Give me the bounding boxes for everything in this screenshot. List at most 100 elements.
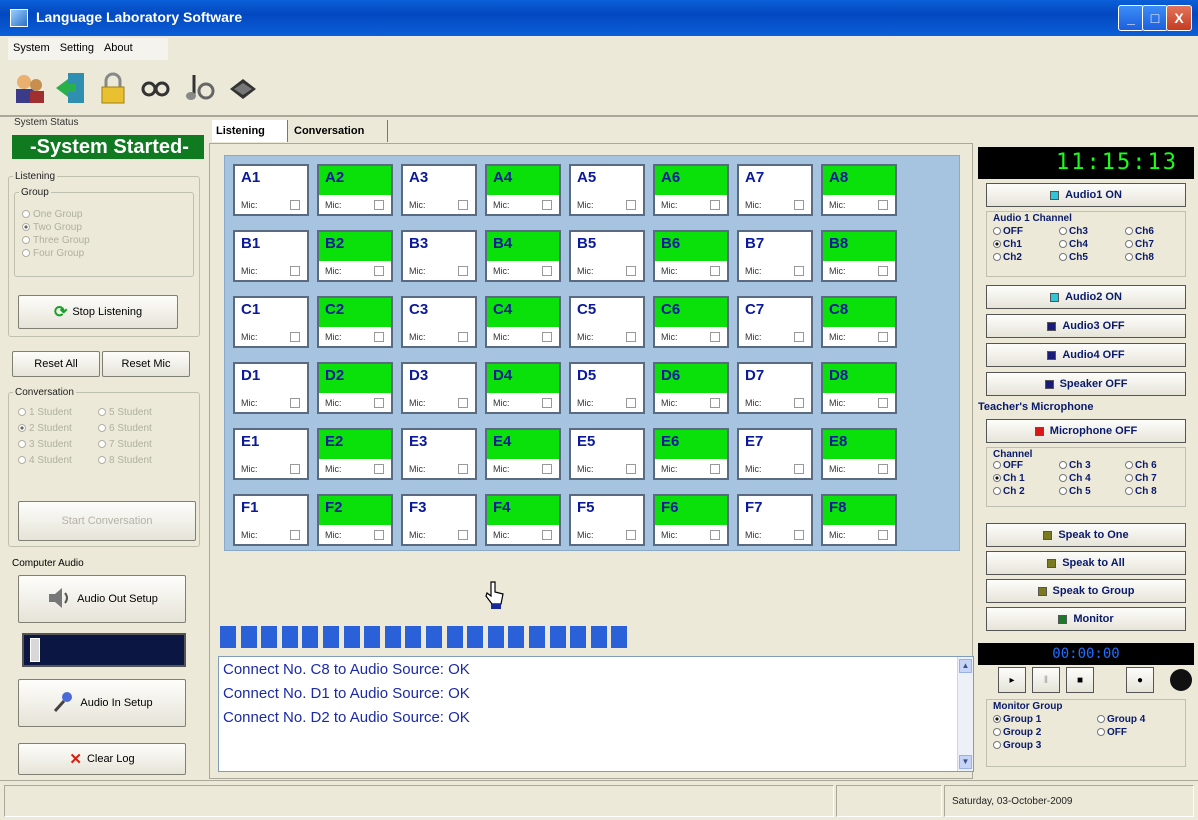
headset-icon[interactable] <box>136 69 174 107</box>
student-station[interactable]: E5 Mic: <box>569 428 645 480</box>
student-station[interactable]: C2 Mic: <box>317 296 393 348</box>
student-station[interactable]: D3 Mic: <box>401 362 477 414</box>
student-station[interactable]: B5 Mic: <box>569 230 645 282</box>
mic-checkbox[interactable] <box>794 266 804 276</box>
radio-ch-off[interactable]: OFF <box>993 460 1023 471</box>
student-station[interactable]: B1 Mic: <box>233 230 309 282</box>
audio1-button[interactable]: Audio1 ON <box>986 183 1186 207</box>
student-station[interactable]: F5 Mic: <box>569 494 645 546</box>
student-station[interactable]: A6 Mic: <box>653 164 729 216</box>
radio-ch-8[interactable]: Ch 8 <box>1125 486 1157 497</box>
maximize-button[interactable]: □ <box>1142 5 1168 31</box>
mic-checkbox[interactable] <box>878 200 888 210</box>
mic-checkbox[interactable] <box>710 464 720 474</box>
mic-checkbox[interactable] <box>374 200 384 210</box>
student-station[interactable]: C4 Mic: <box>485 296 561 348</box>
radio-ch-1[interactable]: Ch 1 <box>993 473 1025 484</box>
mic-checkbox[interactable] <box>542 200 552 210</box>
mic-checkbox[interactable] <box>710 398 720 408</box>
radio-a1-ch5[interactable]: Ch5 <box>1059 252 1088 263</box>
exit-door-icon[interactable] <box>52 69 90 107</box>
student-station[interactable]: A2 Mic: <box>317 164 393 216</box>
mic-checkbox[interactable] <box>290 332 300 342</box>
mic-checkbox[interactable] <box>290 398 300 408</box>
mic-checkbox[interactable] <box>626 464 636 474</box>
pause-button[interactable]: ‖ <box>1032 667 1060 693</box>
mic-checkbox[interactable] <box>458 332 468 342</box>
radio-a1-ch2[interactable]: Ch2 <box>993 252 1022 263</box>
student-station[interactable]: A7 Mic: <box>737 164 813 216</box>
mic-checkbox[interactable] <box>458 464 468 474</box>
student-station[interactable]: F1 Mic: <box>233 494 309 546</box>
mic-checkbox[interactable] <box>794 332 804 342</box>
mic-checkbox[interactable] <box>878 530 888 540</box>
mic-checkbox[interactable] <box>794 200 804 210</box>
mic-checkbox[interactable] <box>542 464 552 474</box>
mic-checkbox[interactable] <box>794 464 804 474</box>
mic-checkbox[interactable] <box>458 398 468 408</box>
mic-checkbox[interactable] <box>542 530 552 540</box>
radio-a1-ch1[interactable]: Ch1 <box>993 239 1022 250</box>
radio-monitor-off[interactable]: OFF <box>1097 727 1127 738</box>
student-station[interactable]: D4 Mic: <box>485 362 561 414</box>
tab-listening[interactable]: Listening <box>212 120 288 142</box>
mic-checkbox[interactable] <box>794 530 804 540</box>
audio3-button[interactable]: Audio3 OFF <box>986 314 1186 338</box>
radio-four-group[interactable]: Four Group <box>22 248 84 259</box>
scroll-down-icon[interactable]: ▼ <box>959 755 972 769</box>
users-icon[interactable] <box>10 69 48 107</box>
student-station[interactable]: A3 Mic: <box>401 164 477 216</box>
radio-ch-2[interactable]: Ch 2 <box>993 486 1025 497</box>
radio-6-student[interactable]: 6 Student <box>98 423 152 434</box>
radio-3-student[interactable]: 3 Student <box>18 439 72 450</box>
student-station[interactable]: F3 Mic: <box>401 494 477 546</box>
speak-to-group-button[interactable]: Speak to Group <box>986 579 1186 603</box>
student-station[interactable]: B2 Mic: <box>317 230 393 282</box>
student-station[interactable]: C7 Mic: <box>737 296 813 348</box>
device-icon[interactable] <box>224 69 262 107</box>
mic-checkbox[interactable] <box>458 530 468 540</box>
student-station[interactable]: C8 Mic: <box>821 296 897 348</box>
mic-checkbox[interactable] <box>794 398 804 408</box>
student-station[interactable]: C5 Mic: <box>569 296 645 348</box>
mic-checkbox[interactable] <box>878 464 888 474</box>
mic-checkbox[interactable] <box>542 266 552 276</box>
student-station[interactable]: B4 Mic: <box>485 230 561 282</box>
student-station[interactable]: C3 Mic: <box>401 296 477 348</box>
volume-slider[interactable] <box>22 633 186 667</box>
radio-a1-ch6[interactable]: Ch6 <box>1125 226 1154 237</box>
lock-icon[interactable] <box>94 69 132 107</box>
student-station[interactable]: F2 Mic: <box>317 494 393 546</box>
student-station[interactable]: D7 Mic: <box>737 362 813 414</box>
menu-setting[interactable]: Setting <box>55 38 99 58</box>
student-station[interactable]: E4 Mic: <box>485 428 561 480</box>
student-station[interactable]: A4 Mic: <box>485 164 561 216</box>
mic-checkbox[interactable] <box>458 200 468 210</box>
student-station[interactable]: E7 Mic: <box>737 428 813 480</box>
student-station[interactable]: D5 Mic: <box>569 362 645 414</box>
radio-a1-ch8[interactable]: Ch8 <box>1125 252 1154 263</box>
mic-checkbox[interactable] <box>626 200 636 210</box>
radio-ch-6[interactable]: Ch 6 <box>1125 460 1157 471</box>
audio4-button[interactable]: Audio4 OFF <box>986 343 1186 367</box>
record-button[interactable]: ● <box>1126 667 1154 693</box>
mic-checkbox[interactable] <box>878 398 888 408</box>
mic-checkbox[interactable] <box>290 200 300 210</box>
radio-5-student[interactable]: 5 Student <box>98 407 152 418</box>
radio-a1-off[interactable]: OFF <box>993 226 1023 237</box>
mic-checkbox[interactable] <box>374 332 384 342</box>
mic-checkbox[interactable] <box>374 398 384 408</box>
record-knob-icon[interactable] <box>1170 669 1192 691</box>
mic-checkbox[interactable] <box>458 266 468 276</box>
audio-out-setup-button[interactable]: Audio Out Setup <box>18 575 186 623</box>
mic-checkbox[interactable] <box>710 200 720 210</box>
speak-to-one-button[interactable]: Speak to One <box>986 523 1186 547</box>
mic-checkbox[interactable] <box>626 332 636 342</box>
student-station[interactable]: F4 Mic: <box>485 494 561 546</box>
reset-mic-button[interactable]: Reset Mic <box>102 351 190 377</box>
microphone-button[interactable]: Microphone OFF <box>986 419 1186 443</box>
minimize-button[interactable]: _ <box>1118 5 1144 31</box>
audio2-button[interactable]: Audio2 ON <box>986 285 1186 309</box>
radio-ch-7[interactable]: Ch 7 <box>1125 473 1157 484</box>
mic-checkbox[interactable] <box>626 530 636 540</box>
